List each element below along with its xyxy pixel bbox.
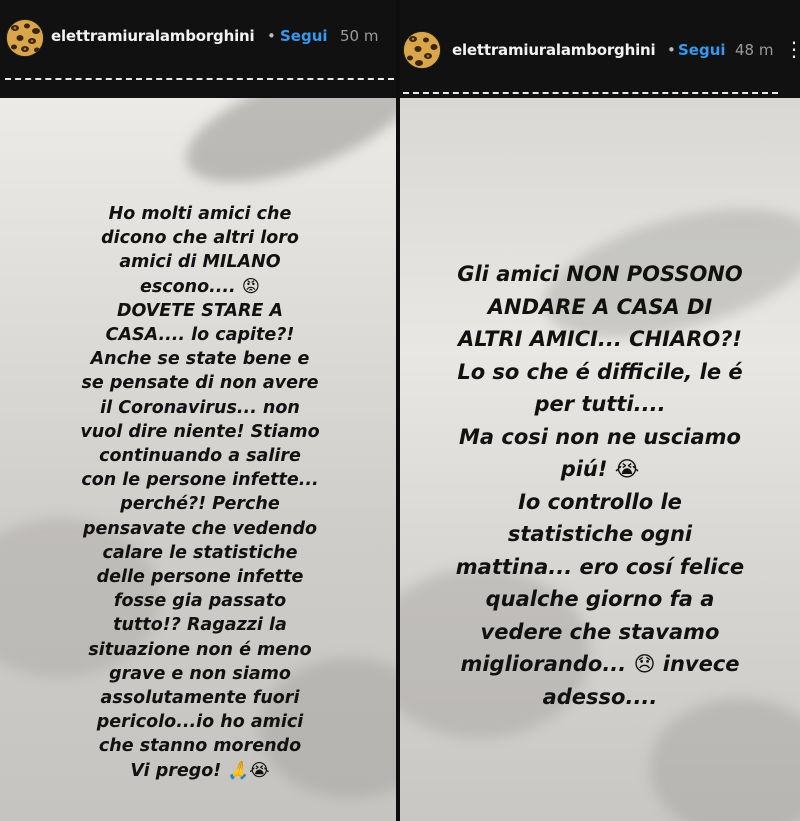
right-story-panel: elettramiuralamborghini • Segui 48 m ⋮ G…	[400, 0, 800, 821]
story-header: elettramiuralamborghini • Segui 48 m ⋮	[400, 0, 800, 98]
leopard-print-icon	[7, 20, 43, 56]
username[interactable]: elettramiuralamborghini	[452, 41, 656, 59]
fabric-shadow	[171, 98, 400, 207]
progress-bar	[5, 78, 394, 80]
avatar[interactable]	[6, 19, 44, 57]
progress-bar	[403, 92, 778, 94]
fabric-shadow	[650, 698, 800, 821]
separator-dot: •	[267, 27, 276, 45]
post-time: 48 m	[735, 41, 774, 59]
username[interactable]: elettramiuralamborghini	[51, 27, 255, 45]
follow-button[interactable]: Segui	[280, 27, 328, 45]
story-text: Gli amici NON POSSONO ANDARE A CASA DI A…	[455, 262, 745, 709]
more-options-icon[interactable]: ⋮	[784, 37, 800, 61]
story-header: elettramiuralamborghini • Segui 50 m	[0, 0, 400, 98]
avatar[interactable]	[403, 31, 441, 69]
left-story-panel: elettramiuralamborghini • Segui 50 m Ho …	[0, 0, 400, 821]
post-time: 50 m	[340, 27, 379, 45]
story-content: Ho molti amici che dicono che altri loro…	[0, 98, 400, 821]
story-content: Gli amici NON POSSONO ANDARE A CASA DI A…	[400, 98, 800, 821]
follow-button[interactable]: Segui	[678, 41, 726, 59]
story-text: Ho molti amici che dicono che altri loro…	[80, 204, 320, 781]
leopard-print-icon	[404, 32, 440, 68]
separator-dot: •	[667, 41, 676, 59]
